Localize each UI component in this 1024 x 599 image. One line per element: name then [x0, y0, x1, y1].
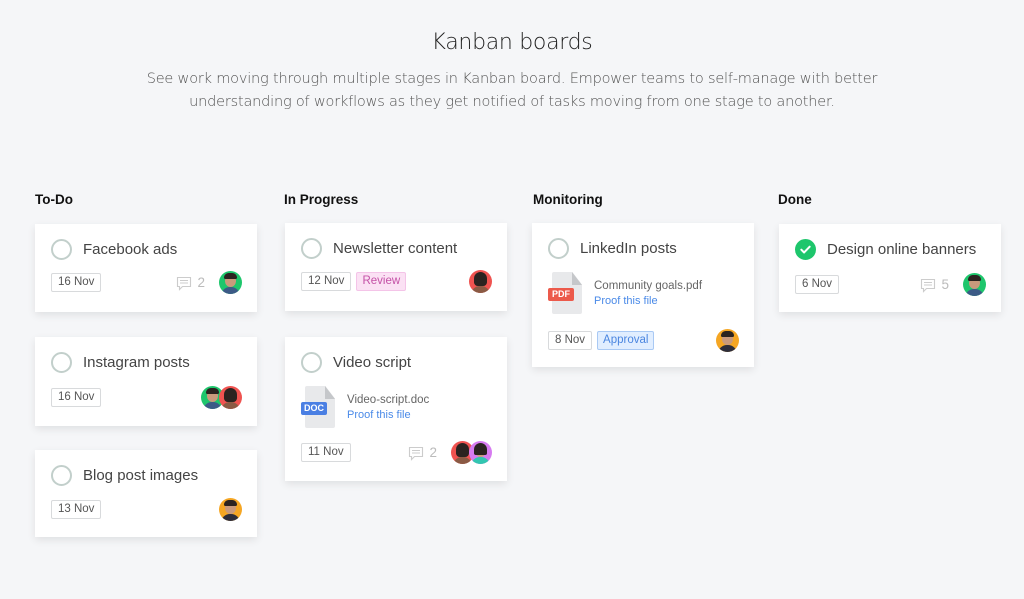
due-date: 6 Nov [795, 275, 840, 294]
task-checkbox[interactable] [301, 238, 322, 259]
file-name: Video-script.doc [347, 393, 430, 406]
checkmark-icon [800, 245, 811, 254]
task-checkbox[interactable] [51, 239, 72, 260]
task-checkbox[interactable] [51, 352, 72, 373]
proof-file-link[interactable]: Proof this file [347, 409, 429, 421]
status-tag-review[interactable]: Review [356, 272, 407, 291]
due-date: 16 Nov [51, 388, 102, 407]
column-title: In Progress [284, 192, 359, 207]
green-avatar[interactable] [219, 271, 242, 294]
task-card-linkedin-posts[interactable]: LinkedIn posts PDF Community goals.pdf P… [532, 223, 754, 367]
task-checkbox[interactable] [51, 465, 72, 486]
task-title: Instagram posts [83, 354, 190, 371]
column-todo: To-Do [35, 192, 259, 208]
task-title: Video script [333, 354, 412, 371]
comment-icon [409, 446, 424, 461]
task-checkbox[interactable] [301, 352, 322, 373]
column-done: Done [778, 192, 1002, 208]
due-date: 12 Nov [301, 272, 352, 291]
orange-avatar[interactable] [716, 329, 739, 352]
page-title: Kanban boards [431, 30, 593, 55]
task-card-instagram-posts[interactable]: Instagram posts 16 Nov [35, 337, 257, 426]
red-avatar[interactable] [219, 386, 242, 409]
due-date: 8 Nov [548, 331, 593, 350]
orange-avatar[interactable] [219, 498, 242, 521]
column-title: To-Do [35, 192, 73, 207]
column-title: Monitoring [533, 192, 603, 207]
due-date: 16 Nov [51, 273, 102, 292]
task-checkbox[interactable] [548, 238, 569, 259]
file-attachment: PDF Community goals.pdf Proof this file [548, 272, 702, 314]
task-card-newsletter-content[interactable]: Newsletter content 12 Nov Review [285, 223, 507, 311]
comment-count[interactable]: 5 [920, 277, 949, 293]
task-card-video-script[interactable]: Video script DOC Video-script.doc Proof … [285, 337, 507, 481]
comment-icon [921, 278, 936, 293]
column-in-progress: In Progress [284, 192, 508, 208]
green-avatar[interactable] [963, 273, 986, 296]
pdf-file-icon: PDF [548, 272, 584, 314]
page-description: See work moving through multiple stages … [146, 71, 878, 110]
comment-count[interactable]: 2 [176, 275, 205, 291]
task-card-design-online-banners[interactable]: Design online banners 6 Nov 5 [779, 224, 1001, 312]
due-date: 11 Nov [301, 443, 351, 462]
task-card-blog-post-images[interactable]: Blog post images 13 Nov [35, 450, 257, 537]
column-title: Done [778, 192, 812, 207]
task-title: LinkedIn posts [580, 240, 677, 257]
comment-count[interactable]: 2 [408, 445, 437, 461]
due-date: 13 Nov [51, 500, 102, 519]
task-checkbox-checked[interactable] [795, 239, 816, 260]
task-card-facebook-ads[interactable]: Facebook ads 16 Nov 2 [35, 224, 257, 312]
task-title: Blog post images [83, 467, 199, 484]
task-title: Facebook ads [83, 241, 178, 258]
column-monitoring: Monitoring [533, 192, 757, 208]
purple-avatar[interactable] [469, 441, 492, 464]
file-name: Community goals.pdf [594, 279, 703, 292]
file-attachment: DOC Video-script.doc Proof this file [301, 386, 429, 428]
doc-file-icon: DOC [301, 386, 337, 428]
task-title: Newsletter content [333, 240, 458, 257]
red-avatar[interactable] [469, 270, 492, 293]
status-tag-approval[interactable]: Approval [597, 331, 655, 350]
comment-icon [177, 276, 192, 291]
task-title: Design online banners [827, 241, 977, 258]
proof-file-link[interactable]: Proof this file [594, 295, 702, 307]
